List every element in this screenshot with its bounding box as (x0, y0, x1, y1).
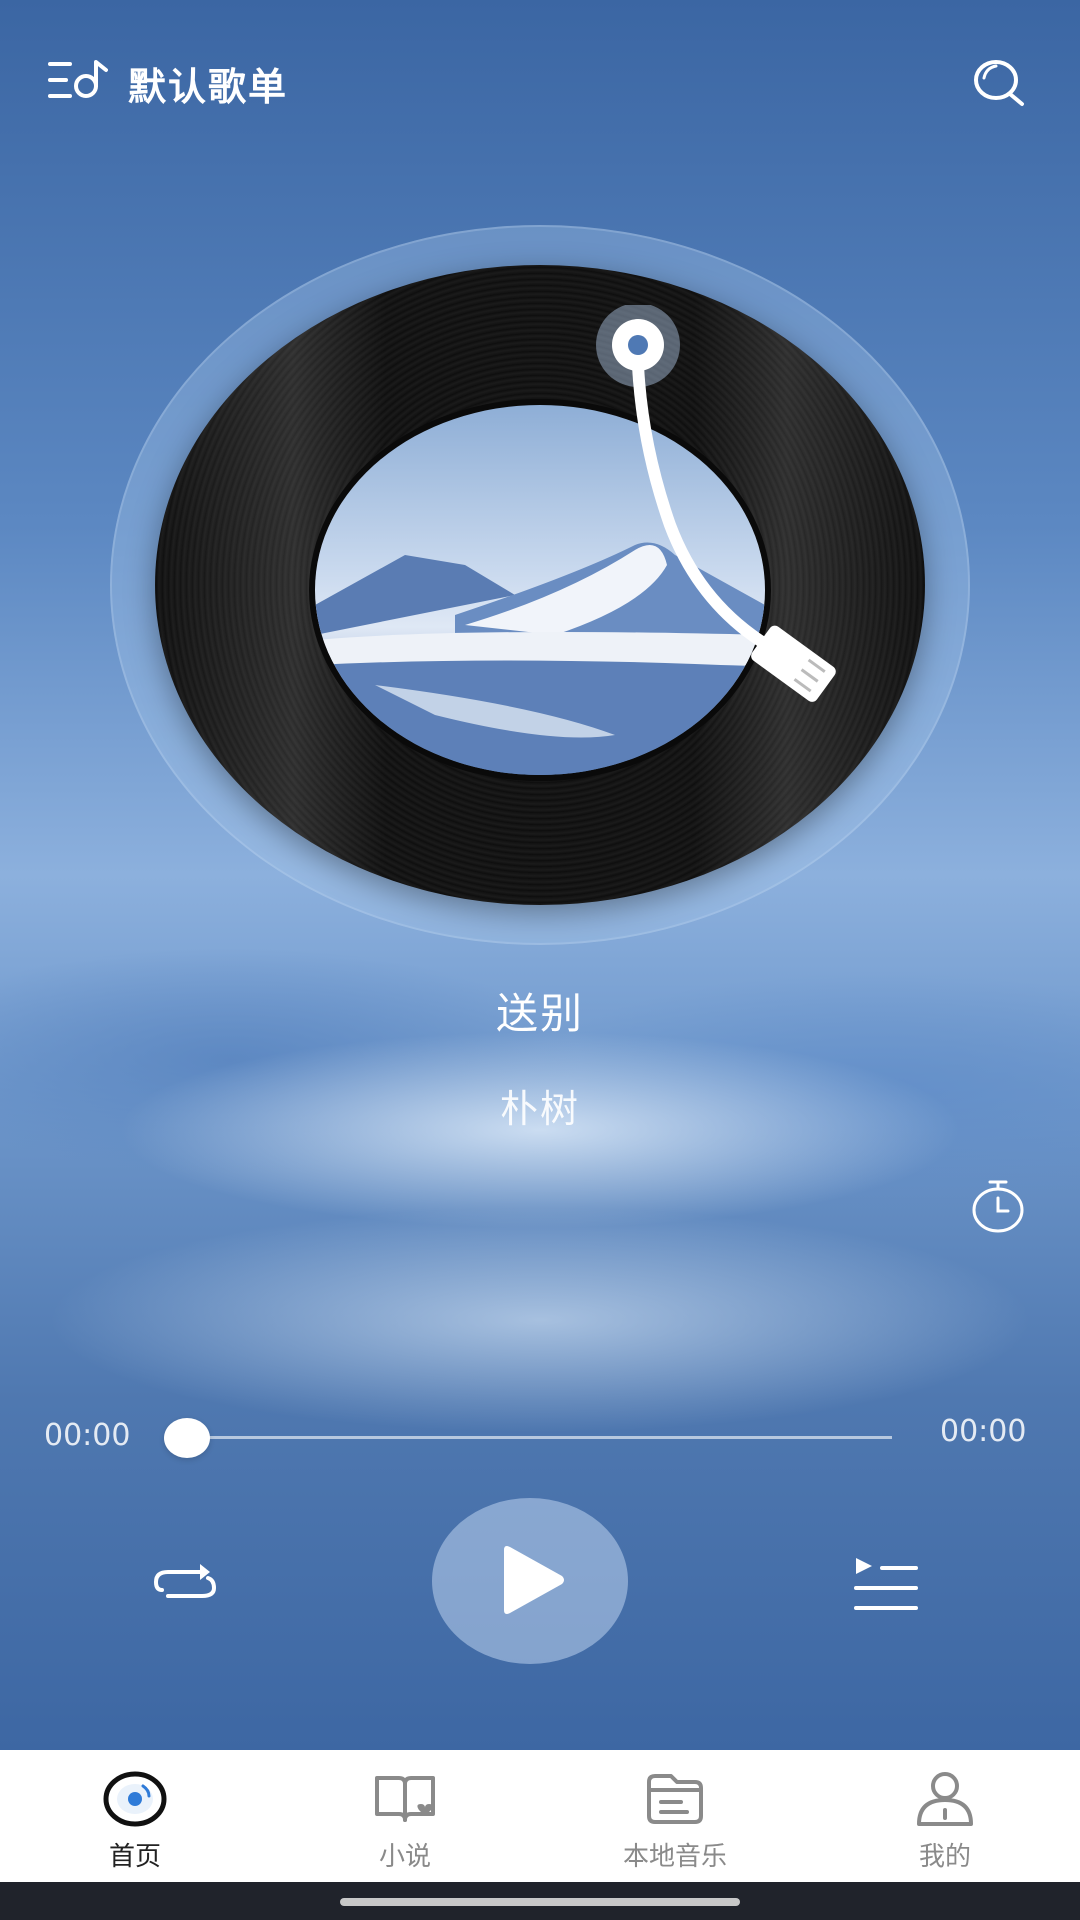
bottom-nav: 首页 小说 本地音乐 我的 (0, 1750, 1080, 1882)
nav-item-home[interactable]: 首页 (0, 1750, 270, 1882)
system-nav-bar (0, 1882, 1080, 1920)
top-bar: 默认歌单 (0, 52, 1080, 112)
record-player (110, 225, 970, 945)
song-title: 送别 (495, 989, 584, 1038)
current-time: 00:00 (44, 1418, 131, 1453)
repeat-icon[interactable] (150, 1552, 220, 1612)
total-time: 00:00 (940, 1414, 1027, 1449)
vinyl-icon (103, 1770, 167, 1828)
playlist-title[interactable]: 默认歌单 (128, 56, 288, 111)
playlist-icon[interactable] (48, 58, 108, 102)
player-screen: 默认歌单 送别 朴树 00:00 00:00 (0, 0, 1080, 1750)
tonearm (590, 303, 890, 725)
play-icon (504, 1546, 564, 1614)
queue-icon[interactable] (852, 1554, 918, 1612)
folder-icon (643, 1770, 707, 1828)
play-button[interactable] (432, 1498, 628, 1664)
nav-item-novel[interactable]: 小说 (270, 1750, 540, 1882)
nav-item-local-music[interactable]: 本地音乐 (540, 1750, 810, 1882)
person-icon (913, 1770, 977, 1828)
nav-label: 首页 (108, 1842, 161, 1872)
nav-label: 小说 (378, 1842, 431, 1872)
nav-label: 我的 (918, 1842, 971, 1872)
search-icon[interactable] (972, 56, 1028, 108)
nav-item-mine[interactable]: 我的 (810, 1750, 1080, 1882)
book-icon (373, 1770, 437, 1828)
song-artist: 朴树 (499, 1087, 580, 1131)
progress-thumb[interactable] (164, 1418, 210, 1458)
nav-label: 本地音乐 (622, 1842, 727, 1872)
timer-icon[interactable] (968, 1176, 1028, 1236)
home-indicator[interactable] (340, 1898, 740, 1906)
progress-bar[interactable] (188, 1436, 892, 1439)
